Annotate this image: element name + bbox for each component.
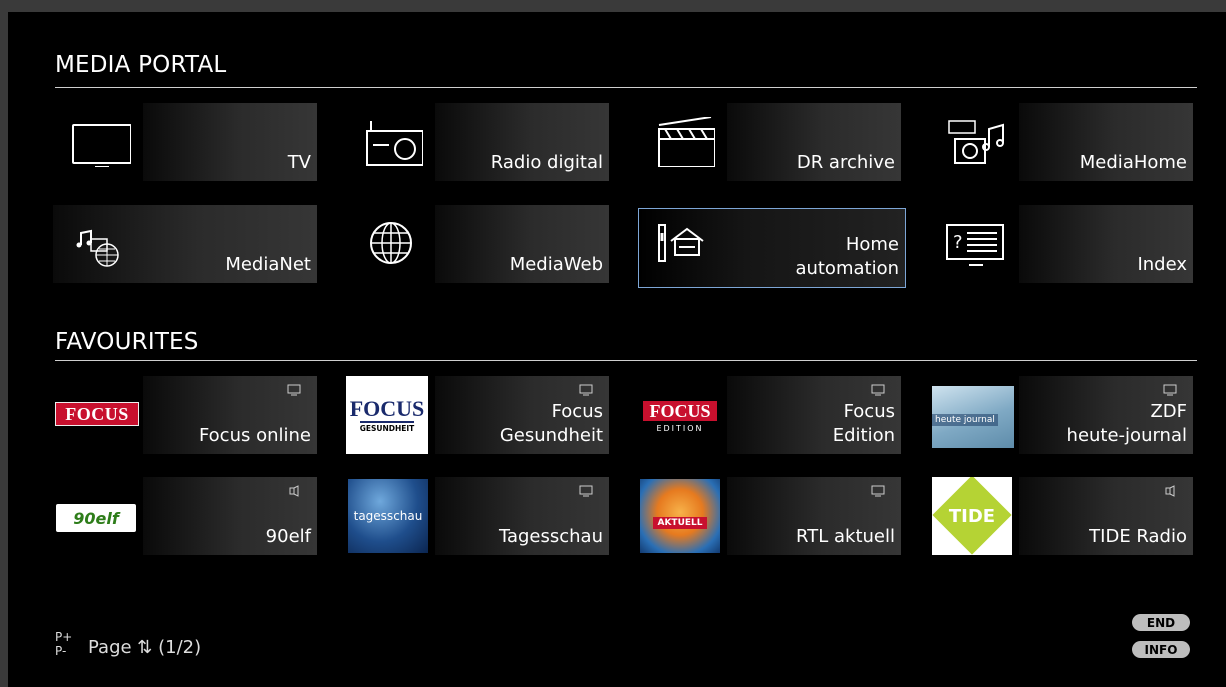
media-home-icon <box>948 120 1004 164</box>
rtl-aktuell-logo: AKTUELL <box>640 479 720 553</box>
tv-icon <box>72 124 131 167</box>
tv-mini-icon <box>579 384 593 396</box>
media-portal-screen: MEDIA PORTAL TV Radio digital DR archive <box>8 12 1226 687</box>
focus-logo: FOCUS <box>55 402 139 426</box>
fav-rtl-aktuell[interactable]: AKTUELL RTL aktuell <box>637 477 901 555</box>
90elf-logo: 90elf <box>56 504 136 532</box>
tile-medianet[interactable]: MediaNet <box>53 205 317 283</box>
tile-label: MediaHome <box>1079 152 1187 173</box>
home-automation-icon <box>658 224 704 262</box>
page-keys: P+ P- <box>55 630 73 658</box>
tide-logo: TIDE <box>932 477 1012 555</box>
focus-gesundheit-logo: FOCUS GESUNDHEIT <box>346 376 428 454</box>
tagesschau-logo: tagesschau <box>348 479 428 553</box>
tile-dr-archive[interactable]: DR archive <box>637 103 901 181</box>
globe-icon <box>370 222 412 264</box>
svg-text:?: ? <box>953 232 963 253</box>
tile-label: Focus Gesundheit <box>499 401 603 446</box>
fav-focus-online[interactable]: FOCUS Focus online <box>53 376 317 454</box>
media-portal-heading: MEDIA PORTAL <box>55 52 227 78</box>
fav-focus-gesundheit[interactable]: FOCUS GESUNDHEIT Focus Gesundheit <box>345 376 609 454</box>
tile-mediahome[interactable]: MediaHome <box>929 103 1193 181</box>
tv-mini-icon <box>287 384 301 396</box>
tile-tv[interactable]: TV <box>53 103 317 181</box>
tv-mini-icon <box>1163 384 1177 396</box>
section-divider <box>55 87 1197 88</box>
fav-tide-radio[interactable]: TIDE TIDE Radio <box>929 477 1193 555</box>
focus-edition-logo: FOCUS EDITION <box>642 398 718 436</box>
favourites-heading: FAVOURITES <box>55 329 199 355</box>
media-net-icon <box>76 229 119 267</box>
tv-mini-icon <box>871 384 885 396</box>
tile-mediaweb[interactable]: MediaWeb <box>345 205 609 283</box>
fav-90elf[interactable]: 90elf 90elf <box>53 477 317 555</box>
radio-mini-icon <box>1165 485 1175 497</box>
clapperboard-icon <box>658 117 715 167</box>
tile-label: RTL aktuell <box>796 526 895 547</box>
index-icon: ? <box>946 224 1004 266</box>
tile-label: Radio digital <box>490 152 603 173</box>
tile-label: Focus online <box>198 425 311 446</box>
tile-label: Tagesschau <box>498 526 603 547</box>
tile-label: Home automation <box>795 234 899 279</box>
page-indicator: Page ⇅ (1/2) <box>88 637 202 658</box>
tile-label: MediaWeb <box>509 254 603 275</box>
radio-icon <box>366 121 423 166</box>
tile-home-automation[interactable]: Home automation <box>638 208 906 288</box>
tile-label: TIDE Radio <box>1089 526 1187 547</box>
heute-journal-logo: heute journal <box>932 386 1014 448</box>
fav-zdf-heute-journal[interactable]: heute journal ZDF heute-journal <box>929 376 1193 454</box>
info-button[interactable]: INFO <box>1132 641 1190 658</box>
section-divider <box>55 360 1197 361</box>
tile-label: Index <box>1137 254 1187 275</box>
tile-label: DR archive <box>796 152 895 173</box>
radio-mini-icon <box>289 485 299 497</box>
tile-label: TV <box>287 152 311 173</box>
fav-focus-edition[interactable]: FOCUS EDITION Focus Edition <box>637 376 901 454</box>
tile-label: ZDF heute-journal <box>1066 401 1187 446</box>
tile-radio-digital[interactable]: Radio digital <box>345 103 609 181</box>
tv-mini-icon <box>871 485 885 497</box>
end-button[interactable]: END <box>1132 614 1190 631</box>
tv-mini-icon <box>579 485 593 497</box>
tile-label: 90elf <box>265 526 311 547</box>
fav-tagesschau[interactable]: tagesschau Tagesschau <box>345 477 609 555</box>
tile-label: MediaNet <box>225 254 311 275</box>
tile-label: Focus Edition <box>832 401 895 446</box>
tile-index[interactable]: ? Index <box>929 205 1193 283</box>
